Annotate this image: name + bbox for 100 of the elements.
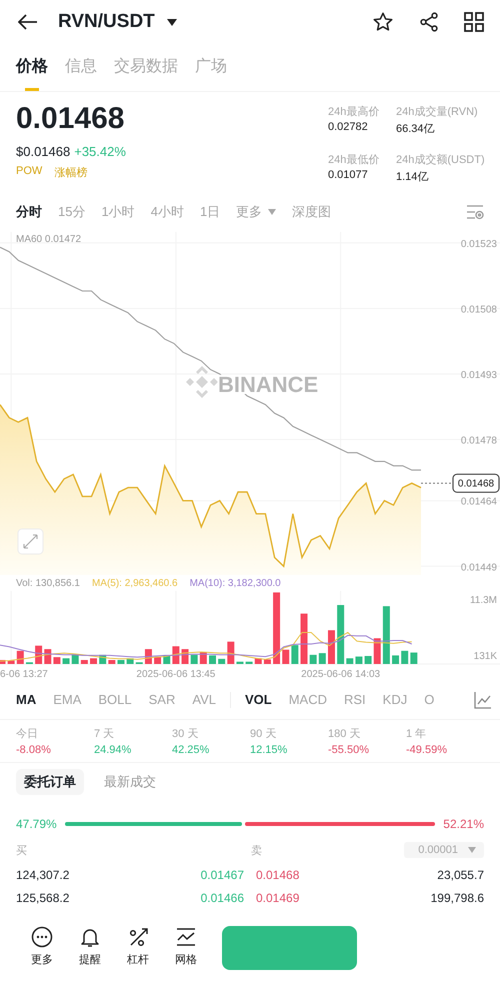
- stat-value: 0.01077: [328, 169, 369, 181]
- sell-header: 卖: [251, 844, 262, 858]
- volume-legend: MA(10): 3,182,300.0: [190, 578, 281, 588]
- indicator-tab[interactable]: AVL: [192, 692, 216, 707]
- volume-bar: [44, 649, 52, 664]
- volume-bar: [117, 660, 124, 664]
- page-tab[interactable]: 价格: [16, 44, 48, 91]
- indicator-tab[interactable]: VOL: [244, 692, 272, 707]
- axis-label: 0.01508: [460, 304, 497, 316]
- time-label: 2025-06-06 14:03: [301, 669, 380, 680]
- share-icon[interactable]: [418, 11, 440, 33]
- back-icon[interactable]: [18, 14, 38, 30]
- indicator-tab[interactable]: RSI: [344, 692, 366, 707]
- indicator-tab[interactable]: EMA: [53, 692, 82, 707]
- price-change: +35.42%: [74, 144, 126, 159]
- pair-title[interactable]: RVN/USDT: [58, 11, 155, 33]
- nav-item[interactable]: 网格: [162, 926, 210, 967]
- interval-tab[interactable]: 深度图: [292, 203, 332, 221]
- nav-item[interactable]: 杠杆: [114, 926, 162, 967]
- volume-bar: [291, 645, 298, 664]
- ask-quantity: 199,798.6: [430, 890, 484, 904]
- volume-legend: Vol: 130,856.1: [16, 578, 80, 588]
- period-change: 12.15%: [250, 744, 288, 756]
- bid-price: 0.01467: [200, 868, 244, 882]
- volume-bar: [310, 654, 317, 664]
- volume-bar: [108, 660, 116, 664]
- period-change: -49.59%: [406, 744, 448, 756]
- axis-label: 0.01464: [460, 496, 497, 508]
- volume-bar: [273, 592, 280, 664]
- settings-icon[interactable]: [466, 204, 484, 220]
- order-tab[interactable]: 委托订单: [16, 769, 84, 795]
- volume-bar: [346, 658, 354, 664]
- ask-price: 0.01468: [256, 868, 300, 882]
- interval-tab[interactable]: 分时: [16, 203, 42, 221]
- nav-item[interactable]: 提醒: [66, 926, 114, 967]
- axis-label: 0.01493: [460, 370, 497, 381]
- ask-quantity: 23,055.7: [437, 868, 484, 882]
- caret-icon[interactable]: [166, 18, 177, 26]
- caret-icon: [268, 209, 276, 215]
- page-tab[interactable]: 信息: [65, 44, 97, 91]
- volume-bar: [282, 650, 290, 664]
- page-tab[interactable]: 广场: [195, 44, 227, 91]
- volume-bar: [80, 660, 88, 664]
- interval-tab[interactable]: 1小时: [101, 203, 135, 221]
- line-chart-icon: [175, 926, 197, 948]
- coin-tag[interactable]: POW: [16, 165, 42, 180]
- axis-label: 0.01523: [460, 238, 497, 250]
- volume-bar: [0, 660, 6, 664]
- indicator-tab[interactable]: MACD: [288, 692, 327, 707]
- time-label: 2025-06-06 13:45: [136, 669, 216, 680]
- period-label: 1 年: [406, 727, 428, 741]
- indicator-tab[interactable]: BOLL: [98, 692, 132, 707]
- interval-tab[interactable]: 15分: [58, 203, 86, 221]
- percent-icon: [127, 926, 149, 948]
- volume-bar: [364, 656, 372, 664]
- more-icon: [31, 926, 53, 948]
- grid-icon[interactable]: [464, 12, 484, 32]
- period-change: -8.08%: [16, 744, 52, 756]
- bid-quantity: 124,307.2: [16, 868, 70, 882]
- sell-ratio: 52.21%: [443, 817, 484, 831]
- indicator-tab[interactable]: O: [424, 692, 434, 707]
- time-label: 6-06 13:27: [0, 669, 48, 680]
- period-label: 今日: [16, 727, 39, 741]
- period-change: 42.25%: [172, 744, 210, 756]
- page-tab[interactable]: 交易数据: [114, 44, 178, 91]
- volume-bar: [401, 650, 408, 664]
- chart-legend: MA60 0.01472: [16, 234, 82, 245]
- stat-value: 1.14亿: [396, 170, 430, 184]
- stat-value: 66.34亿: [396, 122, 436, 136]
- more-dropdown[interactable]: 更多: [236, 203, 276, 221]
- volume-bar: [374, 638, 381, 664]
- coin-tag[interactable]: 涨幅榜: [54, 165, 88, 180]
- volume-bar: [90, 658, 98, 664]
- period-label: 7 天: [94, 727, 116, 741]
- indicator-tab[interactable]: MA: [16, 692, 36, 707]
- volume-bar: [53, 657, 60, 664]
- axis-label: 131K: [474, 651, 497, 662]
- volume-bar: [392, 655, 400, 664]
- order-tab[interactable]: 最新成交: [104, 769, 156, 795]
- last-price: 0.01468: [16, 102, 124, 136]
- volume-bar: [227, 642, 234, 664]
- volume-bar: [300, 614, 308, 664]
- bid-price: 0.01466: [200, 890, 244, 904]
- bid-quantity: 125,568.2: [16, 890, 70, 904]
- last-price-tag: 0.01468: [452, 474, 500, 493]
- stat-label: 24h成交额(USDT): [396, 152, 484, 167]
- interval-tab[interactable]: 4小时: [150, 203, 184, 221]
- stat-label: 24h最低价: [328, 153, 380, 167]
- volume-bar: [264, 659, 271, 664]
- caret-icon: [468, 847, 476, 853]
- volume-legend: MA(5): 2,963,460.6: [92, 578, 178, 588]
- star-icon[interactable]: [372, 11, 394, 33]
- period-label: 180 天: [328, 727, 362, 741]
- interval-tab[interactable]: 1日: [200, 203, 220, 221]
- precision-dropdown[interactable]: 0.00001: [404, 842, 484, 858]
- indicator-tab[interactable]: SAR: [148, 692, 176, 707]
- indicator-tab[interactable]: KDJ: [382, 692, 408, 707]
- buy-header: 买: [16, 844, 27, 858]
- volume-bar: [16, 650, 24, 664]
- nav-item[interactable]: 更多: [18, 926, 66, 967]
